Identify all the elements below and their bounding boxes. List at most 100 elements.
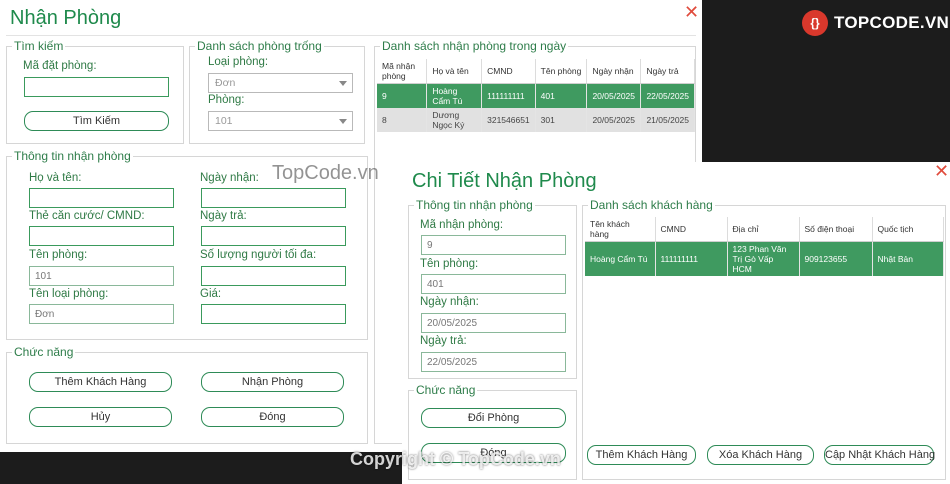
checkin-table: Mã nhận phòng Họ và tên CMND Tên phòng N…	[377, 59, 695, 132]
price-label: Giá:	[200, 288, 222, 300]
room-type-value: Đơn	[215, 77, 236, 89]
column-header[interactable]: Mã nhận phòng	[377, 59, 428, 84]
search-button[interactable]: Tìm Kiếm	[24, 111, 169, 131]
checkin-date-input[interactable]	[201, 188, 346, 208]
close-icon[interactable]: ✕	[684, 3, 699, 21]
checkin-info-legend: Thông tin nhận phòng	[12, 149, 133, 163]
table-cell: 8	[377, 108, 428, 132]
price-input[interactable]	[201, 304, 346, 324]
detail-title: Chi Tiết Nhận Phòng	[412, 170, 597, 192]
table-cell: 9	[377, 83, 428, 108]
room-value: 101	[215, 115, 233, 127]
title-separator	[6, 35, 696, 36]
checkin-list-legend: Danh sách nhận phòng trong ngày	[380, 39, 569, 53]
checkin-date-label: Ngày nhận:	[200, 172, 259, 184]
table-cell: 20/05/2025	[586, 83, 642, 108]
detail-room-name-input[interactable]: 401	[421, 274, 566, 294]
add-customer-button[interactable]: Thêm Khách Hàng	[587, 445, 696, 465]
detail-functions-legend: Chức năng	[414, 383, 478, 397]
close-icon[interactable]: ✕	[934, 162, 949, 180]
booking-code-label: Mã đặt phòng:	[23, 60, 97, 72]
column-header[interactable]: Số điện thoại	[799, 217, 873, 242]
column-header[interactable]: Ngày nhận	[586, 59, 642, 84]
max-people-label: Số lượng người tối đa:	[200, 249, 317, 261]
table-cell: Nhật Bản	[872, 241, 944, 276]
max-people-input[interactable]	[201, 266, 346, 286]
detail-checkin-date-input[interactable]: 20/05/2025	[421, 313, 566, 333]
table-row[interactable]: Hoàng Cẩm Tú 111111111 123 Phan Văn Trị …	[585, 241, 944, 276]
table-cell: 111111111	[481, 83, 536, 108]
search-legend: Tìm kiếm	[12, 39, 66, 53]
customers-group: Danh sách khách hàng Tên khách hàng CMND…	[582, 198, 946, 480]
room-name-input[interactable]: 101	[29, 266, 174, 286]
cancel-button[interactable]: Hủy	[29, 407, 172, 427]
table-header-row: Tên khách hàng CMND Địa chỉ Số điện thoạ…	[585, 217, 944, 242]
detail-checkout-date-label: Ngày trả:	[420, 335, 467, 347]
column-header[interactable]: Ngày trả	[640, 59, 695, 84]
table-cell: 21/05/2025	[640, 108, 695, 132]
room-select[interactable]: 101	[208, 111, 353, 131]
empty-rooms-legend: Danh sách phòng trống	[195, 39, 324, 53]
logo-badge-icon: {}	[802, 10, 828, 36]
room-type-name-input[interactable]: Đơn	[29, 304, 174, 324]
checkin-button[interactable]: Nhận Phòng	[201, 372, 344, 392]
column-header[interactable]: Quốc tịch	[872, 217, 944, 242]
table-cell: Hoàng Cẩm Tú	[585, 241, 656, 276]
table-cell: 321546651	[481, 108, 536, 132]
update-customer-button[interactable]: Cập Nhật Khách Hàng	[824, 445, 935, 465]
table-cell: 22/05/2025	[640, 83, 695, 108]
detail-info-group: Thông tin nhận phòng Mã nhận phòng: 9 Tê…	[408, 198, 577, 379]
change-room-button[interactable]: Đổi Phòng	[421, 408, 566, 428]
logo-text: TOPCODE.VN	[834, 13, 950, 32]
brand-logo: {} TOPCODE.VN	[802, 10, 949, 36]
room-type-select[interactable]: Đơn	[208, 73, 353, 93]
detail-close-button[interactable]: Đóng	[421, 443, 566, 463]
functions-group: Chức năng Thêm Khách Hàng Nhận Phòng Hủy…	[6, 345, 368, 444]
checkin-info-group: Thông tin nhận phòng Họ và tên: Thẻ căn …	[6, 149, 368, 340]
table-row[interactable]: 8 Dương Ngọc Ký 321546651 301 20/05/2025…	[377, 108, 695, 132]
idcard-input[interactable]	[29, 226, 174, 246]
table-cell: 909123655	[799, 241, 873, 276]
customers-legend: Danh sách khách hàng	[588, 198, 715, 212]
room-name-label: Tên phòng:	[29, 249, 88, 261]
room-type-label: Loại phòng:	[208, 56, 269, 68]
detail-checkout-date-input[interactable]: 22/05/2025	[421, 352, 566, 372]
column-header[interactable]: CMND	[481, 59, 536, 84]
booking-code-input[interactable]	[24, 77, 169, 97]
detail-functions-group: Chức năng Đổi Phòng Đóng	[408, 383, 577, 480]
table-cell: Hoàng Cẩm Tú	[426, 83, 483, 108]
delete-customer-button[interactable]: Xóa Khách Hàng	[707, 445, 814, 465]
table-cell: 111111111	[655, 241, 728, 276]
table-cell: 301	[535, 108, 588, 132]
idcard-label: Thẻ căn cước/ CMND:	[29, 210, 145, 222]
fullname-input[interactable]	[29, 188, 174, 208]
table-header-row: Mã nhận phòng Họ và tên CMND Tên phòng N…	[377, 59, 695, 84]
checkout-date-input[interactable]	[201, 226, 346, 246]
column-header[interactable]: CMND	[655, 217, 728, 242]
fullname-label: Họ và tên:	[29, 172, 82, 184]
checkin-code-input[interactable]: 9	[421, 235, 566, 255]
chevron-down-icon	[339, 119, 347, 124]
detail-checkin-date-label: Ngày nhận:	[420, 296, 479, 308]
functions-legend: Chức năng	[12, 345, 76, 359]
room-type-name-label: Tên loại phòng:	[29, 288, 109, 300]
page-title: Nhận Phòng	[10, 7, 122, 29]
detail-window: Chi Tiết Nhận Phòng ✕ Thông tin nhận phò…	[402, 162, 950, 484]
table-row[interactable]: 9 Hoàng Cẩm Tú 111111111 401 20/05/2025 …	[377, 83, 695, 108]
chevron-down-icon	[339, 81, 347, 86]
column-header[interactable]: Tên khách hàng	[585, 217, 656, 242]
close-button[interactable]: Đóng	[201, 407, 344, 427]
background-bottom	[0, 452, 410, 484]
table-cell: Dương Ngọc Ký	[426, 108, 483, 132]
add-customer-button[interactable]: Thêm Khách Hàng	[29, 372, 172, 392]
table-cell: 123 Phan Văn Trị Gò Vấp HCM	[727, 241, 800, 276]
checkout-date-label: Ngày trả:	[200, 210, 247, 222]
column-header[interactable]: Địa chỉ	[727, 217, 800, 242]
customers-table: Tên khách hàng CMND Địa chỉ Số điện thoạ…	[585, 217, 944, 276]
detail-room-name-label: Tên phòng:	[420, 258, 479, 270]
column-header[interactable]: Họ và tên	[426, 59, 483, 84]
checkin-code-label: Mã nhận phòng:	[420, 219, 504, 231]
room-label: Phòng:	[208, 94, 245, 106]
column-header[interactable]: Tên phòng	[535, 59, 588, 84]
empty-rooms-group: Danh sách phòng trống Loại phòng: Đơn Ph…	[189, 39, 365, 144]
